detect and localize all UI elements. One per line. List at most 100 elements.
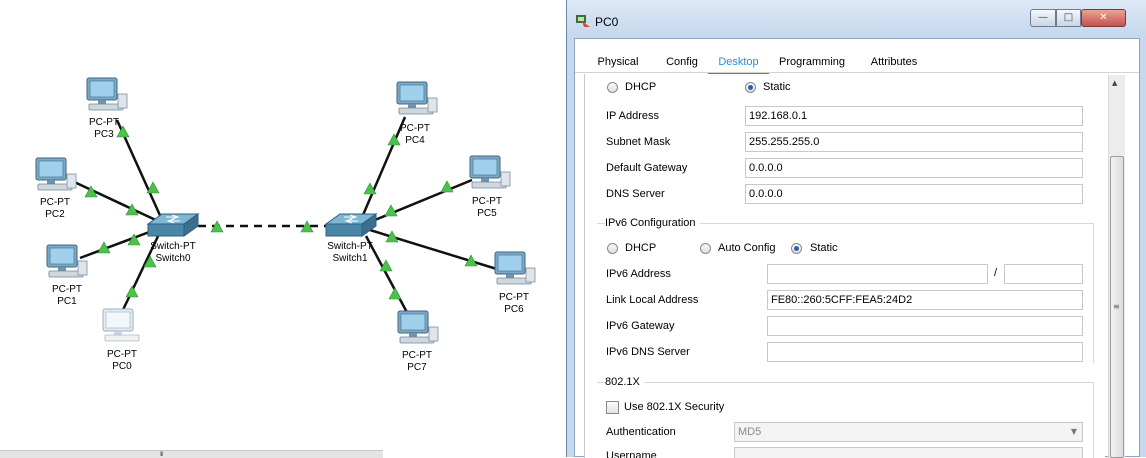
- scroll-thumb[interactable]: ≡: [1110, 156, 1124, 458]
- minimize-button[interactable]: —: [1030, 9, 1056, 27]
- pc7-icon[interactable]: [397, 310, 439, 344]
- pc2-type: PC-PT: [40, 197, 70, 208]
- pc2-name: PC2: [45, 209, 65, 220]
- pc7-type: PC-PT: [402, 350, 432, 361]
- ipv6-dns-server-input[interactable]: [767, 342, 1083, 362]
- ip-address-label: IP Address: [606, 110, 659, 122]
- pc4-name: PC4: [405, 135, 425, 146]
- switch1-name: Switch1: [332, 253, 368, 264]
- packet-tracer-icon: [576, 15, 590, 27]
- pc3-type: PC-PT: [89, 117, 119, 128]
- window-title: PC0: [595, 15, 619, 29]
- link-local-address-label: Link Local Address: [606, 294, 699, 306]
- pc3-name: PC3: [94, 129, 114, 140]
- window-client: Physical Config Desktop Programming Attr…: [574, 38, 1140, 458]
- switch0-type: Switch-PT: [150, 241, 196, 252]
- pc5-type: PC-PT: [472, 196, 502, 207]
- pc3-icon[interactable]: [86, 77, 128, 111]
- pc4-type: PC-PT: [400, 123, 430, 134]
- ipv6-prefix-separator: /: [994, 267, 998, 279]
- maximize-button[interactable]: □: [1056, 9, 1081, 27]
- link-status-up-icon: [125, 285, 139, 298]
- subnet-mask-input[interactable]: 255.255.255.0: [745, 132, 1083, 152]
- tab-desktop[interactable]: Desktop: [708, 52, 769, 74]
- ipv6-static-label: Static: [810, 242, 838, 254]
- pc6-type: PC-PT: [499, 292, 529, 303]
- pc1-label: PC-PT PC1: [32, 284, 102, 308]
- use-8021x-security-label: Use 802.1X Security: [624, 401, 725, 413]
- ipv6-dns-server-label: IPv6 DNS Server: [606, 346, 690, 358]
- authentication-label: Authentication: [606, 426, 676, 438]
- switch1-icon[interactable]: [325, 213, 377, 237]
- topology-canvas[interactable]: PC-PT PC3 PC-PT PC2 PC-PT PC1 PC-PT PC0 Swit…: [0, 0, 566, 458]
- ipv6-gateway-input[interactable]: [767, 316, 1083, 336]
- ip-address-input[interactable]: 192.168.0.1: [745, 106, 1083, 126]
- subnet-mask-label: Subnet Mask: [606, 136, 671, 148]
- ipv4-dhcp-label: DHCP: [625, 81, 657, 93]
- window-titlebar[interactable]: PC0 — □ ✕: [567, 0, 1146, 38]
- pc0-icon[interactable]: [102, 308, 140, 342]
- pc5-icon[interactable]: [469, 155, 511, 189]
- dot1x-group-right-line: [1093, 382, 1094, 458]
- pc4-icon[interactable]: [396, 81, 438, 115]
- default-gateway-label: Default Gateway: [606, 162, 688, 174]
- ipv4-static-label: Static: [763, 81, 791, 93]
- pc1-type: PC-PT: [52, 284, 82, 295]
- switch1-label: Switch-PT Switch1: [315, 241, 385, 265]
- default-gateway-input[interactable]: 0.0.0.0: [745, 158, 1083, 178]
- dot1x-group-title: 802.1X: [605, 376, 644, 388]
- pc1-icon[interactable]: [46, 244, 88, 278]
- pc2-icon[interactable]: [35, 157, 77, 191]
- tab-bar: Physical Config Desktop Programming Attr…: [575, 39, 1139, 74]
- tab-programming[interactable]: Programming: [773, 52, 851, 72]
- switch0-icon[interactable]: [147, 213, 199, 237]
- scroll-up-icon[interactable]: ▲: [1112, 79, 1117, 87]
- ipv6-static-radio[interactable]: [791, 243, 802, 254]
- ipv4-dhcp-radio[interactable]: [607, 82, 618, 93]
- ipv6-dhcp-label: DHCP: [625, 242, 657, 254]
- pc7-name: PC7: [407, 362, 427, 373]
- ipv6-group-title: IPv6 Configuration: [605, 217, 700, 229]
- ipv6-auto-config-label: Auto Config: [718, 242, 776, 254]
- ipv6-dhcp-radio[interactable]: [607, 243, 618, 254]
- tab-attributes[interactable]: Attributes: [857, 52, 931, 72]
- pc6-name: PC6: [504, 304, 524, 315]
- ipv4-static-radio[interactable]: [745, 82, 756, 93]
- tab-config[interactable]: Config: [654, 52, 710, 72]
- topology-svg: [35, 77, 536, 344]
- link-status-up-icon: [440, 180, 454, 193]
- close-button[interactable]: ✕: [1081, 9, 1126, 27]
- use-8021x-security-checkbox[interactable]: [606, 401, 619, 414]
- dot1x-group-top-line: [597, 382, 1094, 383]
- ipv6-gateway-label: IPv6 Gateway: [606, 320, 675, 332]
- username-input[interactable]: [734, 447, 1083, 458]
- link-status-up-icon: [388, 287, 402, 300]
- ipv6-address-input[interactable]: [767, 264, 988, 284]
- pc0-type: PC-PT: [107, 349, 137, 360]
- pc3-label: PC-PT PC3: [69, 117, 139, 141]
- pc5-label: PC-PT PC5: [452, 196, 522, 220]
- switch0-label: Switch-PT Switch0: [138, 241, 208, 265]
- ipv6-group-right-line: [1093, 223, 1094, 363]
- panel-vertical-scrollbar[interactable]: ▲ ≡: [1108, 75, 1125, 458]
- tab-divider: [575, 72, 1139, 73]
- pc0-name: PC0: [112, 361, 132, 372]
- authentication-select[interactable]: MD5 ▼: [734, 422, 1083, 442]
- switch0-name: Switch0: [155, 253, 191, 264]
- ipv6-prefix-input[interactable]: [1004, 264, 1083, 284]
- pc6-label: PC-PT PC6: [479, 292, 549, 316]
- pc0-label: PC-PT PC0: [87, 349, 157, 373]
- chevron-down-icon: ▼: [1070, 427, 1077, 436]
- ipv6-auto-config-radio[interactable]: [700, 243, 711, 254]
- scroll-grip-icon: ≡: [1113, 302, 1120, 311]
- tab-physical[interactable]: Physical: [588, 52, 648, 72]
- pc6-icon[interactable]: [494, 251, 536, 285]
- dns-server-input[interactable]: 0.0.0.0: [745, 184, 1083, 204]
- pc0-window: PC0 — □ ✕ Physical Config Desktop Progra…: [566, 0, 1146, 458]
- pc1-name: PC1: [57, 296, 77, 307]
- switch1-type: Switch-PT: [327, 241, 373, 252]
- link-local-address-input[interactable]: FE80::260:5CFF:FEA5:24D2: [767, 290, 1083, 310]
- pc2-label: PC-PT PC2: [20, 197, 90, 221]
- pc5-name: PC5: [477, 208, 497, 219]
- pc7-label: PC-PT PC7: [382, 350, 452, 374]
